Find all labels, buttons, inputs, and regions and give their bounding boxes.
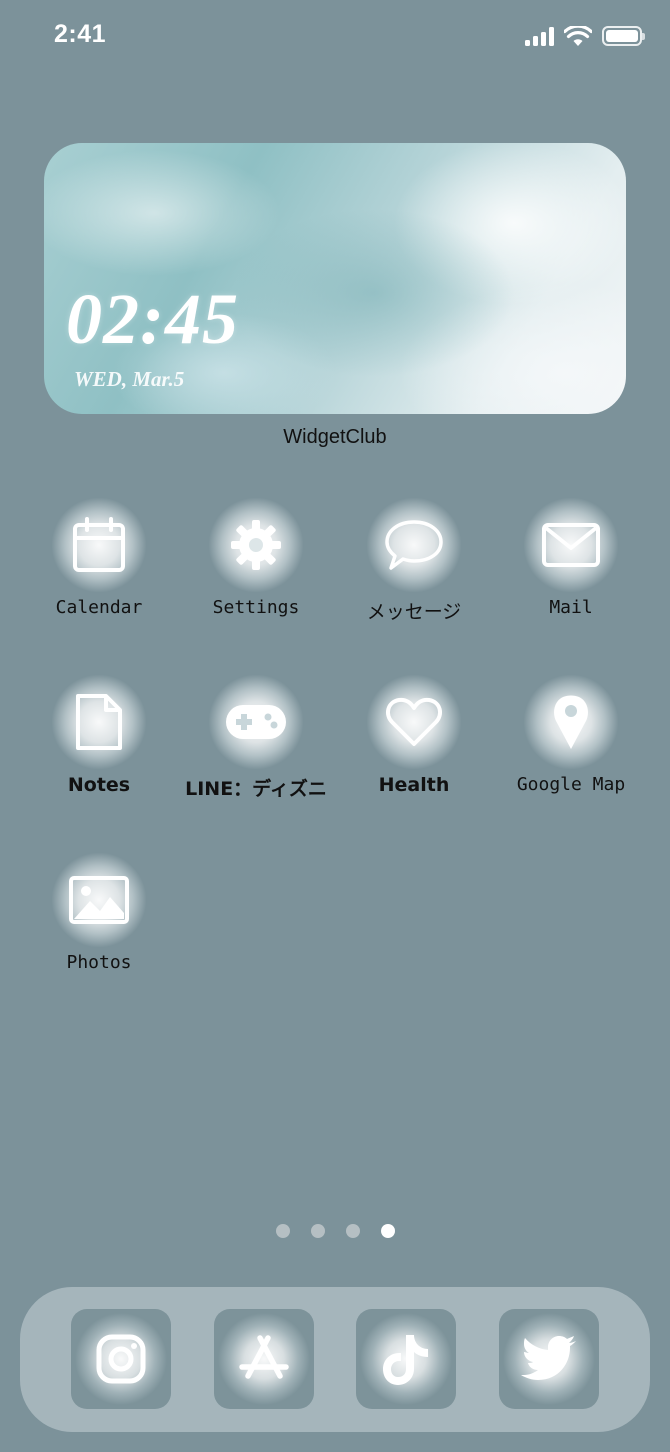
app-mail[interactable]: Mail xyxy=(492,497,650,618)
map-pin-icon xyxy=(523,674,619,770)
gamepad-icon xyxy=(208,674,304,770)
speech-bubble-icon xyxy=(366,497,462,593)
gear-icon xyxy=(208,497,304,593)
app-line-disney[interactable]: LINE：ディズニ xyxy=(177,674,335,800)
app-label: LINE：ディズニ xyxy=(185,778,327,800)
app-store-icon xyxy=(239,1335,289,1379)
page-dot[interactable] xyxy=(310,1224,325,1238)
page-indicator[interactable] xyxy=(0,1224,670,1238)
app-label: Calendar xyxy=(55,597,143,618)
page-dot[interactable] xyxy=(345,1224,360,1238)
envelope-icon xyxy=(523,497,619,593)
instagram-icon xyxy=(96,1334,146,1384)
tiktok-icon xyxy=(383,1335,428,1385)
wifi-icon xyxy=(564,25,592,46)
calendar-icon xyxy=(51,497,147,593)
app-settings[interactable]: Settings xyxy=(177,497,335,618)
widget-date: WED, Mar.5 xyxy=(74,367,185,391)
dock-app-twitter[interactable] xyxy=(499,1309,599,1409)
page-dot[interactable] xyxy=(275,1224,290,1238)
widget-clock-time: 02:45 xyxy=(66,279,239,359)
dock-app-instagram[interactable] xyxy=(71,1309,171,1409)
app-google-map[interactable]: Google Map xyxy=(492,674,650,795)
app-notes[interactable]: Notes xyxy=(20,674,178,796)
status-time: 2:41 xyxy=(54,20,107,48)
page-dot-active[interactable] xyxy=(380,1224,395,1238)
battery-icon xyxy=(602,26,645,46)
app-label: メッセージ xyxy=(366,601,462,623)
app-photos[interactable]: Photos xyxy=(20,852,178,973)
app-calendar[interactable]: Calendar xyxy=(20,497,178,618)
app-messages[interactable]: メッセージ xyxy=(335,497,493,623)
dock-app-tiktok[interactable] xyxy=(356,1309,456,1409)
app-label: Mail xyxy=(549,597,593,618)
app-label: Settings xyxy=(212,597,300,618)
cellular-signal-icon xyxy=(525,26,554,46)
status-bar: 2:41 xyxy=(0,0,670,72)
clock-widget[interactable]: 02:45 WED, Mar.5 xyxy=(44,143,626,414)
app-health[interactable]: Health xyxy=(335,674,493,796)
document-icon xyxy=(51,674,147,770)
app-label: Health xyxy=(378,774,450,796)
twitter-icon xyxy=(521,1336,576,1380)
dock xyxy=(20,1287,650,1432)
app-label: Photos xyxy=(66,952,132,973)
widget-label: WidgetClub xyxy=(283,426,387,448)
app-label: Notes xyxy=(67,774,131,796)
app-label: Google Map xyxy=(516,774,626,795)
status-icons xyxy=(525,24,645,48)
photo-icon xyxy=(51,852,147,948)
heart-icon xyxy=(366,674,462,770)
dock-app-app-store[interactable] xyxy=(214,1309,314,1409)
